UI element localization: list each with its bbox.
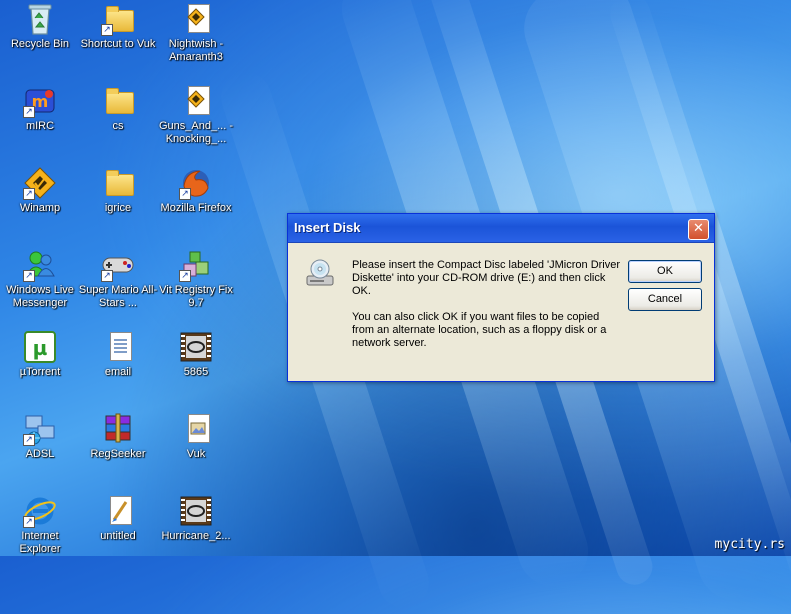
- icon-label: Shortcut to Vuk: [80, 38, 156, 50]
- messenger-icon: ↗: [22, 248, 58, 282]
- desktop-icon-mirc[interactable]: m ↗ mIRC: [0, 84, 80, 133]
- shortcut-arrow-icon: ↗: [179, 270, 191, 282]
- desktop-icon-utorrent[interactable]: µ µTorrent: [0, 330, 80, 379]
- icon-label: email: [104, 366, 132, 378]
- desktop-icon-adsl[interactable]: ↗ ADSL: [0, 412, 80, 461]
- shortcut-arrow-icon: ↗: [23, 188, 35, 200]
- shortcut-arrow-icon: ↗: [23, 516, 35, 528]
- icon-label: Vuk: [186, 448, 206, 460]
- winrar-archive-icon: [100, 412, 136, 446]
- desktop-icon-shortcut-to-vuk[interactable]: ↗ Shortcut to Vuk: [78, 2, 158, 51]
- cd-drive-icon: [304, 258, 336, 290]
- desktop-icon-igrice[interactable]: igrice: [78, 166, 158, 215]
- shortcut-arrow-icon: ↗: [101, 270, 113, 282]
- text-document-icon: [100, 330, 136, 364]
- dialog-message-alternate: You can also click OK if you want files …: [352, 311, 607, 349]
- insert-disk-dialog: Insert Disk ✕ Please insert the Compact …: [287, 213, 715, 382]
- mirc-icon: m ↗: [22, 84, 58, 118]
- icon-label: RegSeeker: [90, 448, 146, 460]
- media-file-icon: [178, 2, 214, 36]
- icon-label: Nightwish - Amaranth3: [168, 38, 224, 63]
- close-button[interactable]: ✕: [688, 219, 709, 240]
- icon-label: Super Mario All-Stars ...: [78, 284, 158, 309]
- registry-fix-icon: ↗: [178, 248, 214, 282]
- folder-icon: [100, 84, 136, 118]
- desktop-icon-winamp[interactable]: ↗ Winamp: [0, 166, 80, 215]
- shortcut-arrow-icon: ↗: [23, 434, 35, 446]
- shortcut-arrow-icon: ↗: [23, 270, 35, 282]
- folder-icon: ↗: [100, 2, 136, 36]
- shortcut-arrow-icon: ↗: [23, 106, 35, 118]
- utorrent-icon: µ: [22, 330, 58, 364]
- desktop-icon-5865[interactable]: 5865: [156, 330, 236, 379]
- desktop-icon-nightwish[interactable]: Nightwish - Amaranth3: [156, 2, 236, 64]
- icon-label: µTorrent: [19, 366, 61, 378]
- desktop-icon-cs[interactable]: cs: [78, 84, 158, 133]
- icon-label: ADSL: [25, 448, 55, 460]
- desktop-icon-mozilla-firefox[interactable]: ↗ Mozilla Firefox: [156, 166, 236, 215]
- watermark: mycity.rs: [714, 537, 785, 552]
- svg-text:µ: µ: [33, 336, 48, 360]
- gamepad-icon: ↗: [100, 248, 136, 282]
- icon-label: Internet Explorer: [19, 530, 61, 555]
- icon-label: Mozilla Firefox: [160, 202, 232, 214]
- desktop-icon-untitled[interactable]: untitled: [78, 494, 158, 543]
- desktop-icon-regseeker[interactable]: RegSeeker: [78, 412, 158, 461]
- cancel-button[interactable]: Cancel: [628, 288, 702, 311]
- firefox-icon: ↗: [178, 166, 214, 200]
- icon-label: untitled: [100, 530, 136, 542]
- desktop-icon-super-mario[interactable]: ↗ Super Mario All-Stars ...: [78, 248, 158, 310]
- ok-button[interactable]: OK: [628, 260, 702, 283]
- icon-label: Recycle Bin: [10, 38, 70, 50]
- icon-label: cs: [112, 120, 124, 132]
- desktop-icon-guns-and-roses[interactable]: Guns_And_... - Knocking_...: [156, 84, 236, 146]
- internet-explorer-icon: ↗: [22, 494, 58, 528]
- dialog-title: Insert Disk: [294, 220, 361, 235]
- icon-label: Winamp: [19, 202, 61, 214]
- icon-label: Hurricane_2...: [161, 530, 231, 542]
- dialog-message: Please insert the Compact Disc labeled '…: [352, 259, 622, 363]
- icon-label: Guns_And_... - Knocking_...: [159, 120, 233, 145]
- desktop-icon-windows-live-messenger[interactable]: ↗ Windows Live Messenger: [0, 248, 80, 310]
- dialog-title-bar[interactable]: Insert Disk ✕: [288, 214, 714, 243]
- icon-label: mIRC: [25, 120, 55, 132]
- folder-icon: [100, 166, 136, 200]
- shortcut-arrow-icon: ↗: [101, 24, 113, 36]
- desktop-icon-email[interactable]: email: [78, 330, 158, 379]
- paint-image-icon: [100, 494, 136, 528]
- icon-label: igrice: [104, 202, 132, 214]
- desktop-icon-vit-registry-fix[interactable]: ↗ Vit Registry Fix 9.7: [156, 248, 236, 310]
- film-icon: [178, 330, 214, 364]
- icon-label: Vit Registry Fix 9.7: [159, 284, 233, 309]
- desktop-icon-recycle-bin[interactable]: Recycle Bin: [0, 2, 80, 51]
- icon-label: 5865: [183, 366, 209, 378]
- film-icon: [178, 494, 214, 528]
- desktop-icon-vuk[interactable]: Vuk: [156, 412, 236, 461]
- desktop-icon-internet-explorer[interactable]: ↗ Internet Explorer: [0, 494, 80, 556]
- recycle-bin-icon: [22, 2, 58, 36]
- media-file-icon: [178, 84, 214, 118]
- image-file-icon: [178, 412, 214, 446]
- shortcut-arrow-icon: ↗: [179, 188, 191, 200]
- winamp-icon: ↗: [22, 166, 58, 200]
- icon-label: Windows Live Messenger: [6, 284, 74, 309]
- network-connection-icon: ↗: [22, 412, 58, 446]
- desktop-icon-hurricane[interactable]: Hurricane_2...: [156, 494, 236, 543]
- dialog-message-insert: Please insert the Compact Disc labeled '…: [352, 259, 621, 297]
